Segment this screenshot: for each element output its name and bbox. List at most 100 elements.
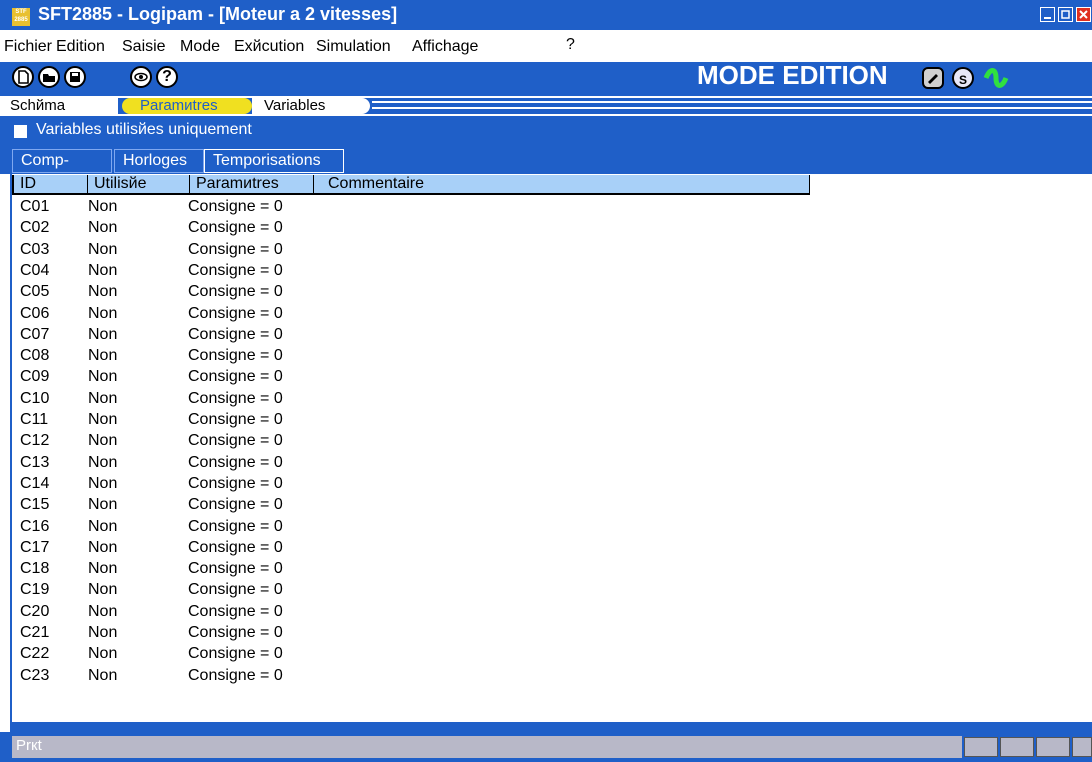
cell-parametres[interactable]: Consigne = 0 [188, 260, 283, 281]
cell-utilisee[interactable]: Non [88, 366, 117, 387]
column-header-parametres[interactable]: Paramиtres [190, 175, 314, 195]
cell-id[interactable]: C20 [20, 601, 49, 622]
cell-id[interactable]: C16 [20, 516, 49, 537]
cell-utilisee[interactable]: Non [88, 281, 117, 302]
cell-id[interactable]: C23 [20, 665, 49, 686]
cell-id[interactable]: C21 [20, 622, 49, 643]
menu-fichier[interactable]: Fichier [4, 38, 52, 56]
subtab-comp[interactable]: Comp- [12, 149, 112, 173]
help-button[interactable]: ? [156, 66, 178, 88]
tab-variables[interactable]: Variables [252, 98, 370, 114]
cell-id[interactable]: C17 [20, 537, 49, 558]
cell-id[interactable]: C11 [20, 409, 48, 430]
cell-utilisee[interactable]: Non [88, 345, 117, 366]
edit-mode-button[interactable] [922, 67, 944, 89]
cell-parametres[interactable]: Consigne = 0 [188, 303, 283, 324]
close-button[interactable] [1076, 7, 1091, 22]
cell-parametres[interactable]: Consigne = 0 [188, 494, 283, 515]
tab-schema[interactable]: Schйma [0, 98, 118, 114]
cell-utilisee[interactable]: Non [88, 665, 117, 686]
subtab-temporisations[interactable]: Temporisations [204, 149, 344, 173]
cell-parametres[interactable]: Consigne = 0 [188, 622, 283, 643]
cell-utilisee[interactable]: Non [88, 324, 117, 345]
tab-parametres[interactable]: Paramиtres [122, 98, 252, 114]
cell-parametres[interactable]: Consigne = 0 [188, 601, 283, 622]
cell-id[interactable]: C02 [20, 217, 49, 238]
cell-parametres[interactable]: Consigne = 0 [188, 345, 283, 366]
cell-parametres[interactable]: Consigne = 0 [188, 324, 283, 345]
cell-id[interactable]: C09 [20, 366, 49, 387]
cell-parametres[interactable]: Consigne = 0 [188, 409, 283, 430]
maximize-button[interactable] [1058, 7, 1073, 22]
cell-parametres[interactable]: Consigne = 0 [188, 281, 283, 302]
cell-parametres[interactable]: Consigne = 0 [188, 537, 283, 558]
cell-parametres[interactable]: Consigne = 0 [188, 217, 283, 238]
view-button[interactable] [130, 66, 152, 88]
menu-affichage[interactable]: Affichage [412, 38, 478, 56]
cell-parametres[interactable]: Consigne = 0 [188, 643, 283, 664]
subtab-horloges[interactable]: Horloges [114, 149, 204, 173]
cell-utilisee[interactable]: Non [88, 601, 117, 622]
cell-id[interactable]: C04 [20, 260, 49, 281]
column-header-commentaire[interactable]: Commentaire [314, 175, 810, 195]
cell-parametres[interactable]: Consigne = 0 [188, 579, 283, 600]
cell-utilisee[interactable]: Non [88, 303, 117, 324]
column-header-id[interactable]: ID [12, 175, 88, 195]
cell-parametres[interactable]: Consigne = 0 [188, 516, 283, 537]
cell-id[interactable]: C08 [20, 345, 49, 366]
cell-parametres[interactable]: Consigne = 0 [188, 452, 283, 473]
menu-edition[interactable]: Edition [56, 38, 105, 56]
cell-id[interactable]: C14 [20, 473, 49, 494]
cell-utilisee[interactable]: Non [88, 473, 117, 494]
cell-parametres[interactable]: Consigne = 0 [188, 366, 283, 387]
cell-utilisee[interactable]: Non [88, 409, 117, 430]
cell-utilisee[interactable]: Non [88, 494, 117, 515]
menu-help[interactable]: ? [566, 36, 575, 54]
cell-id[interactable]: C22 [20, 643, 49, 664]
cell-parametres[interactable]: Consigne = 0 [188, 388, 283, 409]
cell-id[interactable]: C05 [20, 281, 49, 302]
menu-saisie[interactable]: Saisie [122, 38, 166, 56]
menu-execution[interactable]: Exйcution [234, 38, 304, 56]
cell-utilisee[interactable]: Non [88, 452, 117, 473]
cell-utilisee[interactable]: Non [88, 643, 117, 664]
app-icon[interactable]: STF 2885 [12, 8, 30, 26]
menu-simulation[interactable]: Simulation [316, 38, 391, 56]
column-header-utilisee[interactable]: Utilisйe [88, 175, 190, 195]
save-button[interactable] [64, 66, 86, 88]
cell-utilisee[interactable]: Non [88, 239, 117, 260]
cell-id[interactable]: C15 [20, 494, 49, 515]
s-mode-button[interactable]: S [952, 67, 974, 89]
cell-parametres[interactable]: Consigne = 0 [188, 473, 283, 494]
cell-id[interactable]: C18 [20, 558, 49, 579]
cell-utilisee[interactable]: Non [88, 622, 117, 643]
cell-id[interactable]: C01 [20, 196, 49, 217]
cell-utilisee[interactable]: Non [88, 558, 117, 579]
cell-parametres[interactable]: Consigne = 0 [188, 665, 283, 686]
cell-utilisee[interactable]: Non [88, 430, 117, 451]
cell-id[interactable]: C13 [20, 452, 49, 473]
cell-utilisee[interactable]: Non [88, 537, 117, 558]
cell-utilisee[interactable]: Non [88, 516, 117, 537]
cell-parametres[interactable]: Consigne = 0 [188, 430, 283, 451]
cell-parametres[interactable]: Consigne = 0 [188, 196, 283, 217]
cell-utilisee[interactable]: Non [88, 388, 117, 409]
cell-id[interactable]: C07 [20, 324, 49, 345]
new-file-button[interactable] [12, 66, 34, 88]
cell-id[interactable]: C03 [20, 239, 49, 260]
cell-id[interactable]: C12 [20, 430, 49, 451]
cell-utilisee[interactable]: Non [88, 196, 117, 217]
used-variables-checkbox[interactable] [14, 125, 27, 138]
simulation-mode-button[interactable] [982, 66, 1009, 88]
cell-utilisee[interactable]: Non [88, 260, 117, 281]
cell-utilisee[interactable]: Non [88, 579, 117, 600]
cell-parametres[interactable]: Consigne = 0 [188, 558, 283, 579]
cell-id[interactable]: C19 [20, 579, 49, 600]
menu-mode[interactable]: Mode [180, 38, 220, 56]
cell-id[interactable]: C06 [20, 303, 49, 324]
open-file-button[interactable] [38, 66, 60, 88]
cell-utilisee[interactable]: Non [88, 217, 117, 238]
cell-parametres[interactable]: Consigne = 0 [188, 239, 283, 260]
cell-id[interactable]: C10 [20, 388, 49, 409]
minimize-button[interactable] [1040, 7, 1055, 22]
